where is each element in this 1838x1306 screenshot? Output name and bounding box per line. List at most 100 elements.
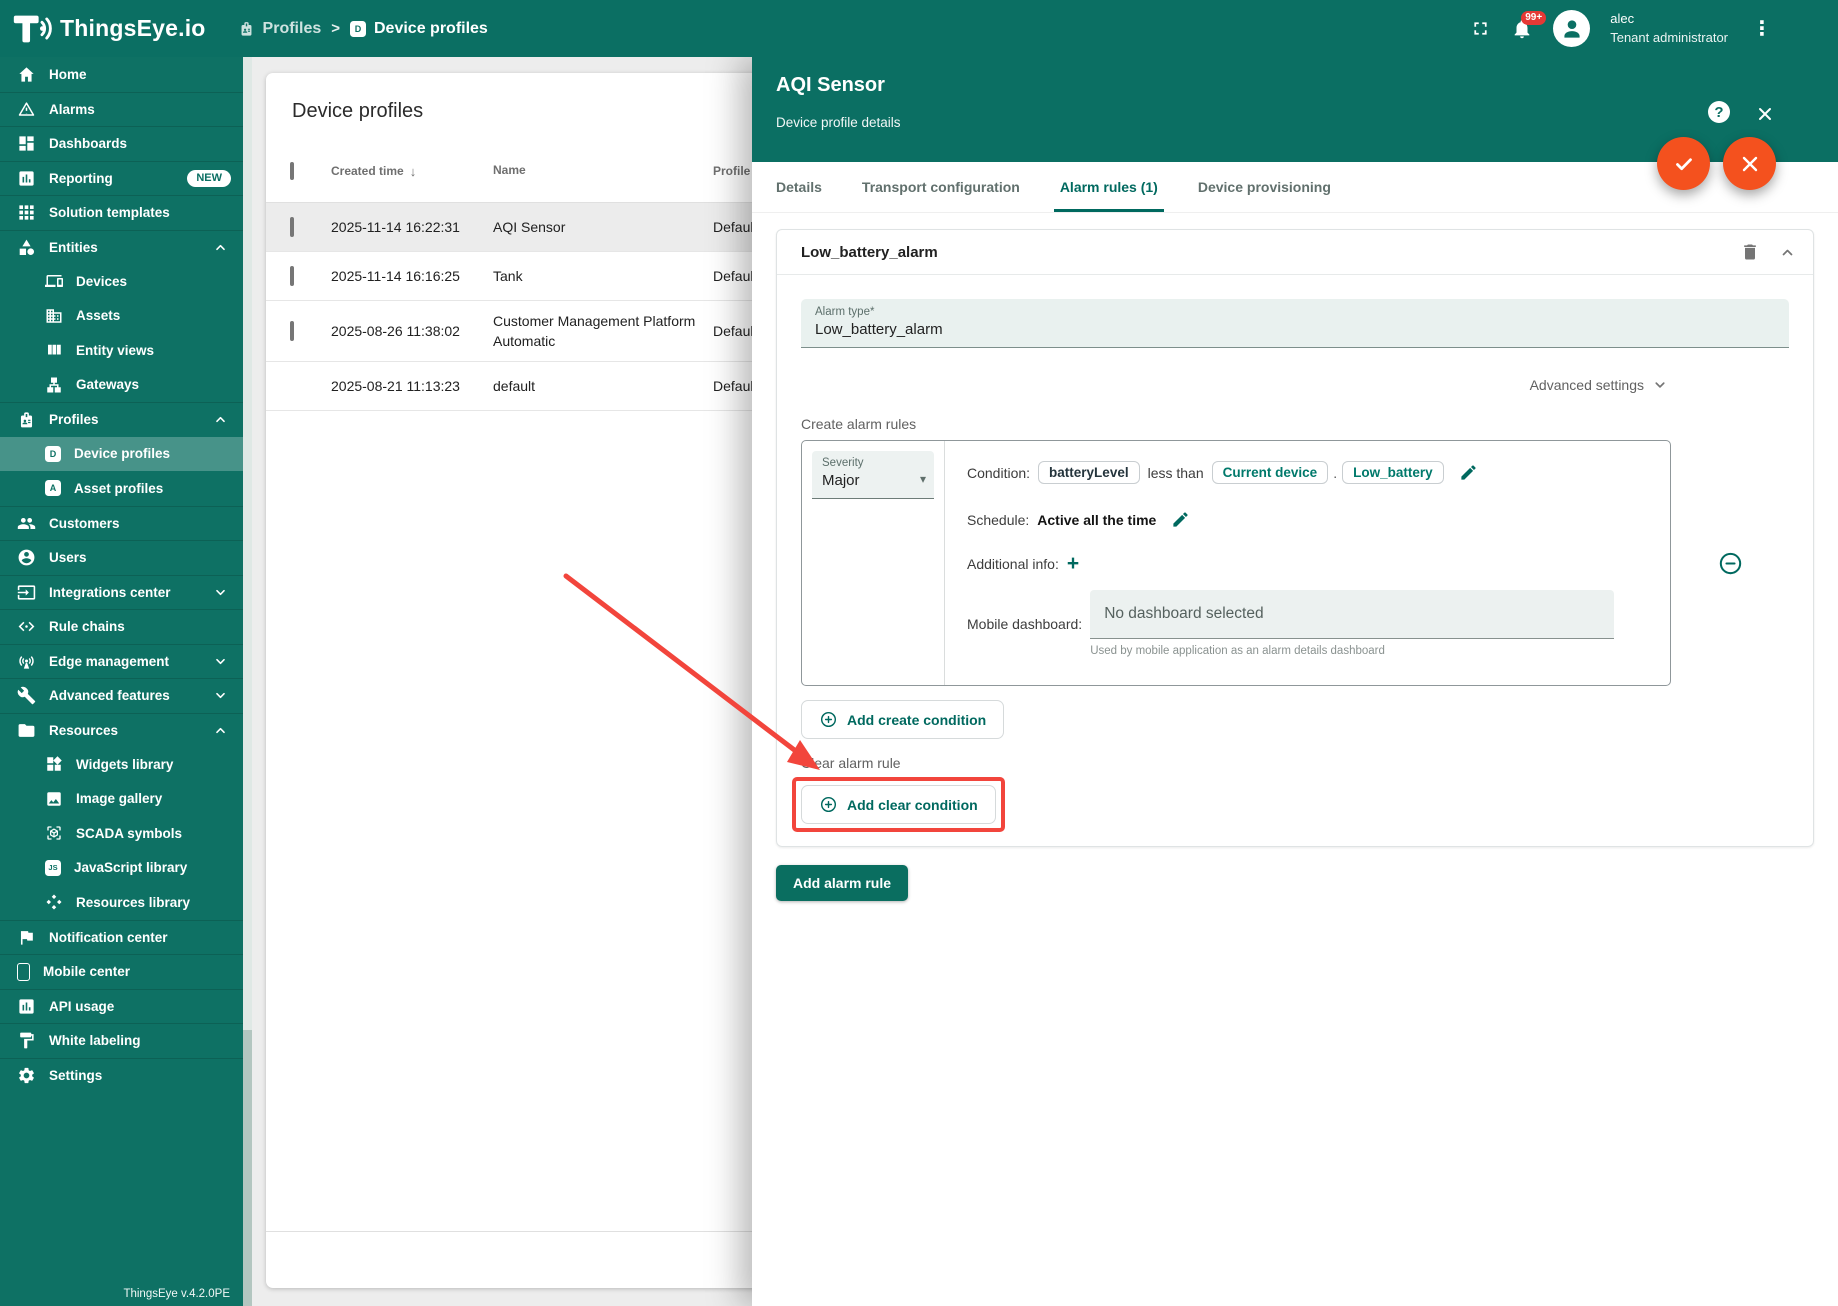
user-name: alec [1610, 10, 1728, 29]
sidebar-item-devices[interactable]: Devices [0, 264, 243, 299]
sidebar-item-alarms[interactable]: Alarms [0, 92, 243, 127]
edit-schedule-pencil-icon[interactable] [1171, 510, 1190, 529]
breadcrumb-device-profiles[interactable]: D Device profiles [350, 20, 488, 38]
breadcrumb-profiles[interactable]: Profiles [238, 20, 322, 38]
column-header-created-time[interactable]: Created time↓ [331, 164, 493, 179]
add-alarm-rule-button[interactable]: Add alarm rule [776, 865, 908, 901]
alarm-type-label: Alarm type* [815, 306, 1775, 318]
sidebar-item-label: Edge management [49, 654, 169, 669]
schedule-row: Schedule: Active all the time [967, 510, 1650, 529]
sidebar-item-resources[interactable]: Resources [0, 713, 243, 748]
sidebar-item-advanced-features[interactable]: Advanced features [0, 678, 243, 713]
additional-info-label: Additional info: [967, 556, 1059, 572]
sidebar-item-users[interactable]: Users [0, 540, 243, 575]
alarm-rule-card-header[interactable]: Low_battery_alarm [777, 230, 1813, 275]
sidebar-item-home[interactable]: Home [0, 57, 243, 92]
widgets-icon [45, 755, 63, 773]
breadcrumb: Profiles > D Device profiles [238, 20, 488, 38]
sidebar-item-javascript-library[interactable]: JSJavaScript library [0, 851, 243, 886]
alarm-rule-card-body: Alarm type* Low_battery_alarm Advanced s… [777, 275, 1813, 846]
sidebar-item-asset-profiles[interactable]: AAsset profiles [0, 471, 243, 506]
discard-changes-button[interactable] [1723, 137, 1776, 190]
chevron-up-icon[interactable] [1778, 243, 1797, 262]
help-icon[interactable]: ? [1708, 101, 1730, 123]
sidebar-item-assets[interactable]: Assets [0, 299, 243, 334]
sidebar-item-gateways[interactable]: Gateways [0, 368, 243, 403]
sidebar-item-dashboards[interactable]: Dashboards [0, 126, 243, 161]
brand-logo[interactable]: ThingsEye.io [0, 8, 206, 50]
sidebar-item-integrations-center[interactable]: Integrations center [0, 575, 243, 610]
sidebar-item-label: Advanced features [49, 688, 170, 703]
close-icon[interactable] [1755, 104, 1775, 124]
severity-select[interactable]: Severity Major ▾ [812, 451, 934, 499]
drawer-subtitle: Device profile details [776, 115, 901, 130]
fullscreen-icon[interactable] [1470, 18, 1491, 39]
sidebar-item-entities[interactable]: Entities [0, 230, 243, 265]
mobile-dashboard-select[interactable]: No dashboard selected [1090, 590, 1614, 639]
app-root: ThingsEye.io Profiles > D Device profile… [0, 0, 1838, 1306]
add-clear-condition-button[interactable]: Add clear condition [801, 785, 996, 824]
sidebar-item-solution-templates[interactable]: Solution templates [0, 195, 243, 230]
column-header-name[interactable]: Name [493, 162, 713, 179]
sidebar-item-label: Widgets library [76, 757, 173, 772]
sidebar-item-label: Reporting [49, 171, 113, 186]
code-angle-icon [17, 617, 36, 636]
tab-alarm-rules[interactable]: Alarm rules (1) [1040, 162, 1178, 212]
tab-transport-configuration[interactable]: Transport configuration [842, 162, 1040, 212]
cell-created-time: 2025-11-14 16:22:31 [331, 219, 493, 235]
remove-condition-icon[interactable] [1717, 550, 1744, 577]
sidebar-item-notification-center[interactable]: Notification center [0, 920, 243, 955]
advanced-settings-toggle[interactable]: Advanced settings [801, 376, 1669, 394]
sidebar-item-label: Settings [49, 1068, 102, 1083]
thingseye-logo-icon [10, 8, 52, 50]
user-info[interactable]: alec Tenant administrator [1610, 10, 1728, 48]
page-title: Device profiles [292, 100, 423, 123]
mobile-dashboard-hint: Used by mobile application as an alarm d… [1090, 645, 1614, 657]
sidebar-item-label: Rule chains [49, 619, 125, 634]
sidebar-item-resources-library[interactable]: Resources library [0, 885, 243, 920]
sidebar-scrollbar[interactable] [243, 57, 252, 1306]
app-version: ThingsEye v.4.2.0PE [123, 1288, 230, 1300]
sidebar-item-edge-management[interactable]: Edge management [0, 644, 243, 679]
sidebar-item-reporting[interactable]: Reporting NEW [0, 161, 243, 196]
tab-details[interactable]: Details [776, 162, 842, 212]
apply-changes-button[interactable] [1657, 137, 1710, 190]
sidebar-item-white-labeling[interactable]: White labeling [0, 1023, 243, 1058]
edit-condition-pencil-icon[interactable] [1459, 463, 1478, 482]
sidebar-item-image-gallery[interactable]: Image gallery [0, 782, 243, 817]
new-badge: NEW [187, 170, 231, 187]
notifications-button[interactable]: 99+ [1511, 18, 1533, 40]
add-create-condition-button[interactable]: Add create condition [801, 700, 1004, 739]
chevron-down-icon [1651, 376, 1669, 394]
category-shapes-icon [17, 238, 36, 257]
sidebar-item-entity-views[interactable]: Entity views [0, 333, 243, 368]
device-profile-drawer: AQI Sensor Device profile details ? Deta… [752, 57, 1838, 1306]
sidebar-item-api-usage[interactable]: API usage [0, 989, 243, 1024]
row-checkbox[interactable] [290, 321, 294, 341]
alarm-type-field[interactable]: Alarm type* Low_battery_alarm [801, 299, 1789, 348]
brand-name[interactable]: ThingsEye.io [60, 15, 206, 42]
row-checkbox[interactable] [290, 266, 294, 286]
tab-device-provisioning[interactable]: Device provisioning [1178, 162, 1351, 212]
chart-box-icon [17, 997, 36, 1016]
plus-circle-icon [819, 795, 838, 814]
people-icon [17, 514, 36, 533]
sidebar-item-label: SCADA symbols [76, 826, 182, 841]
sidebar-item-label: Entity views [76, 343, 154, 358]
kebab-menu-icon[interactable]: ⋮ [1748, 15, 1776, 43]
add-details-icon[interactable]: + [1067, 553, 1079, 574]
sidebar-item-rule-chains[interactable]: Rule chains [0, 609, 243, 644]
sidebar-item-settings[interactable]: Settings [0, 1058, 243, 1093]
sidebar-item-customers[interactable]: Customers [0, 506, 243, 541]
select-all-checkbox[interactable] [290, 162, 294, 180]
sidebar-item-label: Integrations center [49, 585, 171, 600]
row-checkbox[interactable] [290, 217, 294, 237]
sidebar-item-profiles[interactable]: Profiles [0, 402, 243, 437]
sidebar-item-mobile-center[interactable]: Mobile center [0, 954, 243, 989]
avatar[interactable] [1553, 10, 1590, 47]
sidebar-item-widgets-library[interactable]: Widgets library [0, 747, 243, 782]
sidebar-item-device-profiles[interactable]: DDevice profiles [0, 437, 243, 472]
scrollbar-thumb[interactable] [243, 57, 252, 1030]
sidebar-item-scada-symbols[interactable]: SCADA symbols [0, 816, 243, 851]
trash-icon[interactable] [1740, 242, 1760, 262]
